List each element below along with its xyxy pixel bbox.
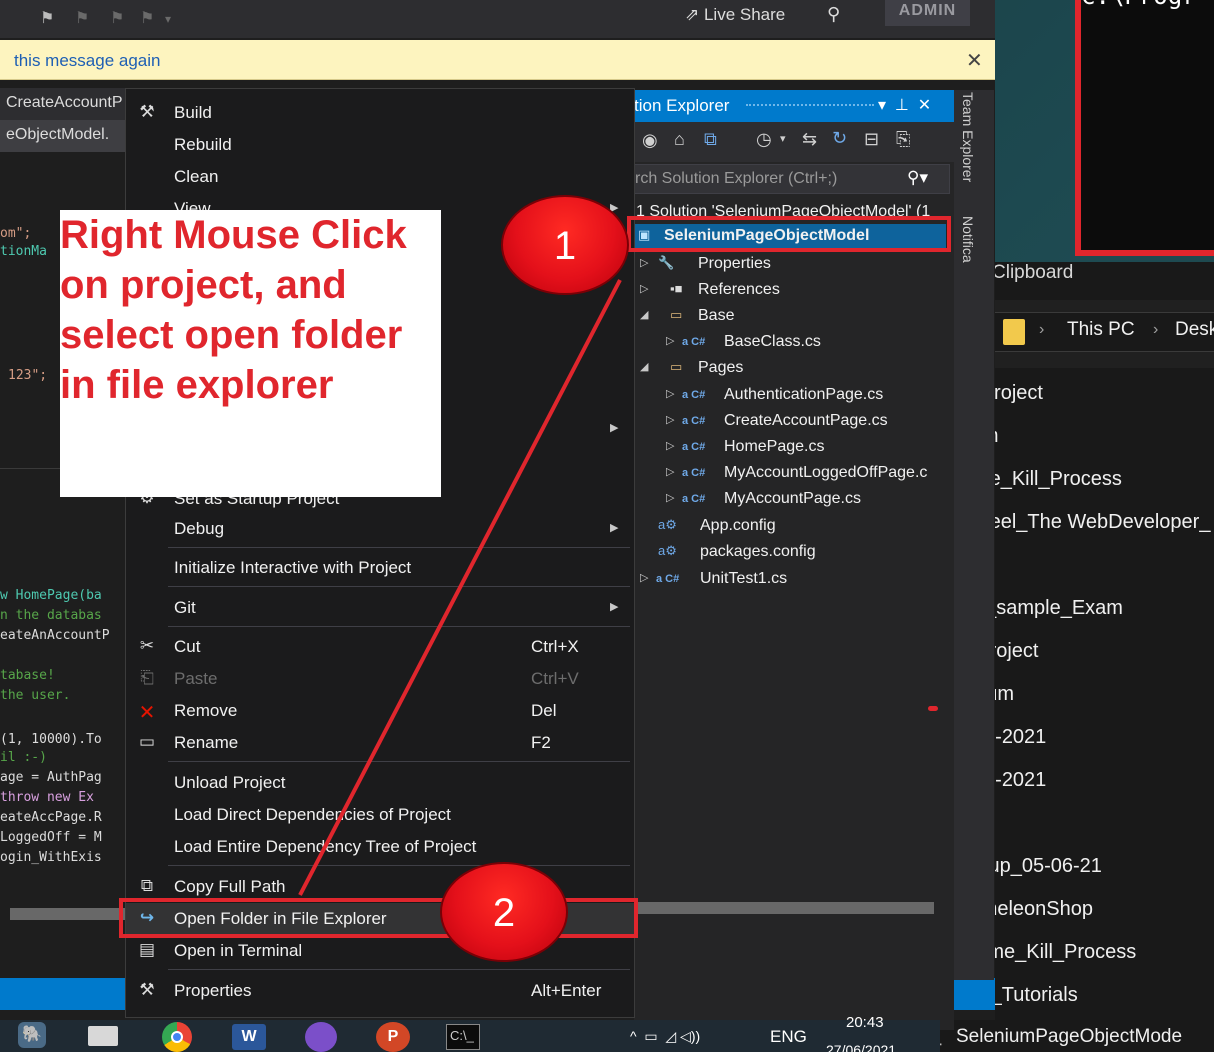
step-badge-2: 2	[440, 862, 568, 962]
highlight-project	[627, 216, 951, 252]
red-dot	[928, 706, 938, 711]
annotation-line	[298, 279, 622, 896]
desktop: C:\Progr Clipboard ↑ › This PC › Desk le…	[0, 0, 1214, 1052]
step-badge-1: 1	[501, 195, 629, 295]
annotation-arrow	[119, 216, 951, 938]
